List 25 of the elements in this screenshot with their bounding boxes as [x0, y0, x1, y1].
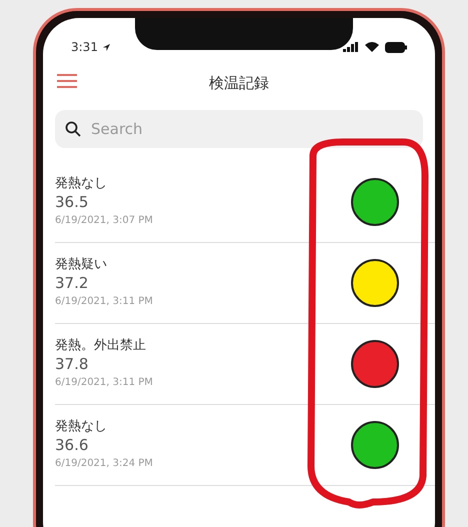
record-status: 発熱疑い — [55, 256, 108, 272]
record-row[interactable]: 発熱なし 36.6 6/19/2021, 3:24 PM — [55, 405, 435, 486]
search-icon — [65, 121, 81, 137]
signal-icon — [343, 42, 359, 52]
record-timestamp: 6/19/2021, 3:11 PM — [55, 376, 153, 390]
record-status: 発熱なし — [55, 174, 108, 192]
record-row[interactable]: 発熱疑い 37.2 6/19/2021, 3:11 PM — [55, 243, 435, 324]
record-temperature: 37.2 — [55, 272, 90, 292]
record-status: 発熱なし — [55, 418, 108, 434]
menu-button[interactable] — [57, 74, 77, 88]
record-row[interactable]: 発熱。外出禁止 37.8 6/19/2021, 3:11 PM — [55, 324, 435, 405]
search-field[interactable]: Search — [55, 110, 423, 148]
record-timestamp: 6/19/2021, 3:11 PM — [55, 294, 153, 308]
record-temperature: 36.5 — [55, 192, 90, 212]
record-timestamp: 6/19/2021, 3:07 PM — [55, 214, 153, 228]
location-arrow-icon — [102, 42, 111, 52]
page-title: 検温記録 — [209, 72, 269, 94]
battery-icon — [385, 42, 407, 52]
record-row[interactable]: 発熱なし 36.5 6/19/2021, 3:07 PM — [55, 162, 435, 243]
record-temperature: 37.8 — [55, 354, 90, 374]
status-time: 3:31 — [71, 39, 98, 56]
record-temperature: 36.6 — [55, 434, 90, 454]
record-status: 発熱。外出禁止 — [55, 336, 147, 354]
record-timestamp: 6/19/2021, 3:24 PM — [55, 456, 153, 470]
wifi-icon — [365, 42, 379, 52]
